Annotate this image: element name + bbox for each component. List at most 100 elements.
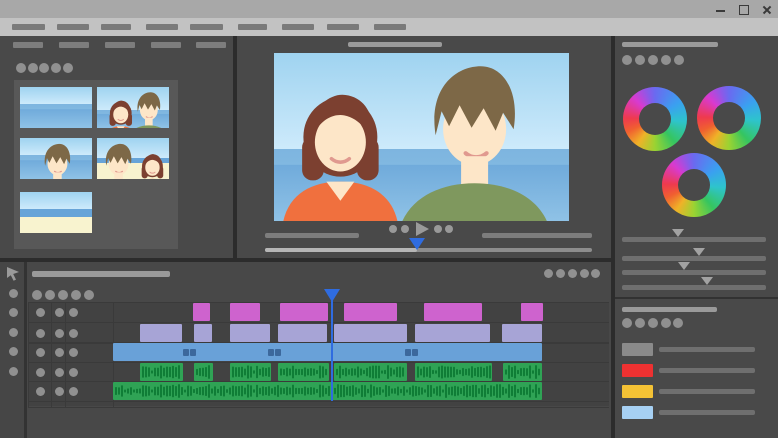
video-clip[interactable] (230, 303, 260, 321)
color-slider-track-4[interactable] (622, 285, 766, 290)
timeline-corner-button[interactable] (580, 269, 589, 278)
video-clip[interactable] (344, 303, 397, 321)
timeline-ruler-placeholder[interactable] (32, 271, 170, 277)
audio-clip[interactable] (334, 363, 407, 381)
video-clip[interactable] (278, 324, 327, 342)
video-clip[interactable] (280, 303, 328, 321)
timeline-playhead-line[interactable] (331, 300, 333, 401)
audio-clip[interactable] (194, 363, 213, 381)
media-thumbnail-3[interactable] (20, 138, 92, 179)
edit-point-marker[interactable] (268, 349, 274, 356)
edit-point-marker[interactable] (190, 349, 196, 356)
labels-panel-button[interactable] (661, 318, 671, 328)
project-toolbar-button[interactable] (63, 63, 73, 73)
project-panel-tab-3[interactable] (105, 42, 135, 48)
menu-item-1[interactable] (12, 24, 45, 30)
color-slider-thumb-4[interactable] (701, 277, 713, 285)
color-wheel-1[interactable] (623, 87, 687, 151)
menu-item-3[interactable] (101, 24, 131, 30)
audio-clip[interactable] (140, 363, 183, 381)
maximize-button[interactable] (737, 3, 751, 16)
menu-item-7[interactable] (282, 24, 314, 30)
track-header-button[interactable] (36, 329, 45, 338)
media-thumbnail-5[interactable] (20, 192, 92, 233)
track-header-button[interactable] (55, 348, 64, 357)
project-panel-tab-5[interactable] (196, 42, 226, 48)
track-options-button[interactable] (84, 290, 94, 300)
timeline-corner-button[interactable] (591, 269, 600, 278)
color-slider-thumb-1[interactable] (672, 229, 684, 237)
color-label-swatch-2[interactable] (622, 364, 653, 377)
track-header-button[interactable] (55, 329, 64, 338)
color-wheel-2[interactable] (697, 86, 761, 150)
labels-panel-button[interactable] (673, 318, 683, 328)
audio-clip[interactable] (278, 363, 329, 381)
panel-divider[interactable] (0, 258, 611, 262)
track-header-button[interactable] (55, 368, 64, 377)
audio-clip[interactable] (415, 363, 492, 381)
labels-panel-button[interactable] (622, 318, 632, 328)
selection-tool-icon[interactable] (4, 265, 22, 283)
timeline-tool-button[interactable] (9, 367, 18, 376)
color-label-swatch-4[interactable] (622, 406, 653, 419)
audio-clip[interactable] (503, 363, 542, 381)
project-toolbar-button[interactable] (39, 63, 49, 73)
video-clip[interactable] (140, 324, 182, 342)
panel-divider[interactable] (611, 36, 615, 438)
media-thumbnail-4[interactable] (97, 138, 169, 179)
project-toolbar-button[interactable] (51, 63, 61, 73)
menu-item-8[interactable] (327, 24, 359, 30)
track-header-button[interactable] (69, 308, 78, 317)
video-clip[interactable] (415, 324, 490, 342)
transport-dot-button[interactable] (445, 225, 453, 233)
track-header-button[interactable] (55, 308, 64, 317)
track-options-button[interactable] (45, 290, 55, 300)
project-panel-tab-2[interactable] (59, 42, 89, 48)
video-clip[interactable] (193, 303, 210, 321)
timeline-corner-button[interactable] (556, 269, 565, 278)
panel-divider[interactable] (233, 36, 237, 258)
color-panel-button[interactable] (648, 55, 658, 65)
project-panel-tab-4[interactable] (151, 42, 181, 48)
color-slider-track-3[interactable] (622, 270, 766, 275)
monitor-playhead[interactable] (409, 238, 425, 250)
transport-dot-button[interactable] (434, 225, 442, 233)
timeline-corner-button[interactable] (568, 269, 577, 278)
color-panel-button[interactable] (622, 55, 632, 65)
labels-panel-button[interactable] (648, 318, 658, 328)
video-clip[interactable] (424, 303, 482, 321)
color-label-swatch-1[interactable] (622, 343, 653, 356)
track-header-button[interactable] (69, 387, 78, 396)
video-clip[interactable] (194, 324, 212, 342)
menu-item-4[interactable] (146, 24, 178, 30)
labels-panel-button[interactable] (635, 318, 645, 328)
edit-point-marker[interactable] (275, 349, 281, 356)
color-slider-track-1[interactable] (622, 237, 766, 242)
play-button-icon[interactable] (416, 222, 429, 236)
track-options-button[interactable] (71, 290, 81, 300)
color-slider-thumb-3[interactable] (678, 262, 690, 270)
menu-item-6[interactable] (238, 24, 267, 30)
media-thumbnail-1[interactable] (20, 87, 92, 128)
timeline-tool-button[interactable] (9, 289, 18, 298)
audio-clip[interactable] (230, 363, 271, 381)
color-label-swatch-3[interactable] (622, 385, 653, 398)
video-clip[interactable] (334, 324, 407, 342)
timeline-tool-button[interactable] (9, 328, 18, 337)
project-toolbar-button[interactable] (16, 63, 26, 73)
track-header-button[interactable] (36, 348, 45, 357)
media-thumbnail-2[interactable] (97, 87, 169, 128)
video-clip[interactable] (502, 324, 542, 342)
timeline-tool-button[interactable] (9, 308, 18, 317)
transport-dot-button[interactable] (401, 225, 409, 233)
color-panel-button[interactable] (635, 55, 645, 65)
color-panel-button[interactable] (661, 55, 671, 65)
menu-item-2[interactable] (57, 24, 89, 30)
track-header-button[interactable] (69, 348, 78, 357)
minimize-button[interactable] (714, 3, 728, 16)
track-header-button[interactable] (36, 368, 45, 377)
track-header-button[interactable] (36, 308, 45, 317)
track-header-button[interactable] (69, 329, 78, 338)
project-toolbar-button[interactable] (28, 63, 38, 73)
video-clip[interactable] (230, 324, 270, 342)
